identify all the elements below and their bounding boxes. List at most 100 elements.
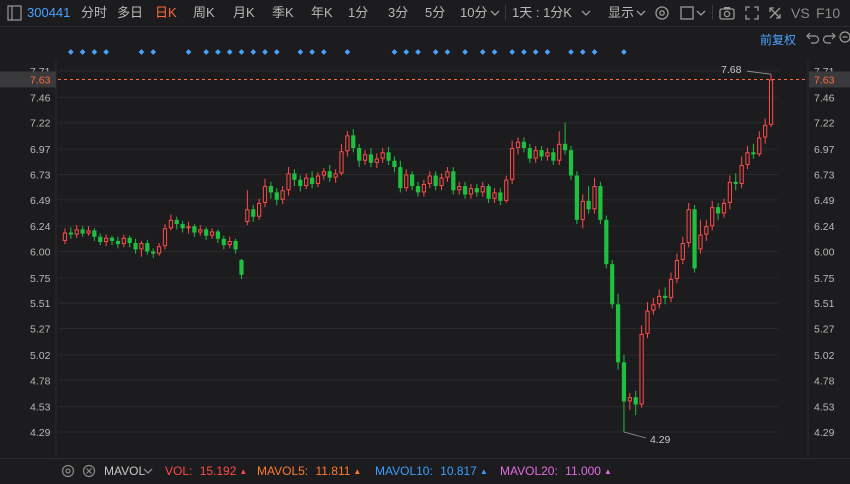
candle-body bbox=[574, 175, 579, 220]
candle-body bbox=[598, 186, 603, 220]
candle-body bbox=[245, 209, 250, 222]
mavol10-label: MAVOL10: bbox=[375, 464, 433, 478]
candle-body bbox=[315, 175, 321, 184]
candle-body bbox=[627, 397, 632, 402]
mavol20-readout: MAVOL20: 11.000 ▲ bbox=[500, 464, 612, 480]
chevron-down-icon[interactable] bbox=[490, 5, 500, 23]
event-marker-icon bbox=[403, 49, 410, 55]
kline-chart[interactable]: 7.717.717.467.467.227.226.976.976.736.73… bbox=[0, 26, 850, 458]
candle-body bbox=[604, 219, 609, 265]
f10-button[interactable]: F10 bbox=[816, 5, 840, 21]
candle-body bbox=[462, 186, 468, 195]
y-tick-label-right: 5.51 bbox=[814, 298, 835, 310]
candle-body bbox=[198, 229, 203, 233]
tab-1min[interactable]: 1分 bbox=[348, 5, 368, 21]
tab-10min[interactable]: 10分 bbox=[460, 5, 487, 21]
candle-body bbox=[221, 238, 226, 246]
candle-body bbox=[351, 135, 356, 149]
indicator-name[interactable]: MAVOL bbox=[104, 464, 145, 478]
y-tick-label-left: 6.73 bbox=[30, 169, 51, 181]
event-marker-icon bbox=[521, 49, 527, 55]
tab-1day-1min-k[interactable]: 1天 : 1分K bbox=[512, 5, 572, 21]
candle-body bbox=[333, 173, 338, 178]
candle-body bbox=[268, 186, 274, 193]
up-arrow-icon: ▲ bbox=[603, 467, 612, 476]
candle-body bbox=[715, 207, 721, 214]
display-menu[interactable]: 显示 bbox=[608, 5, 634, 21]
toolbar-divider bbox=[505, 5, 506, 20]
candle-body bbox=[651, 304, 656, 311]
low-price-label: 4.29 bbox=[650, 434, 671, 446]
tab-year-k[interactable]: 年K bbox=[311, 5, 333, 21]
gear-icon[interactable] bbox=[60, 463, 76, 479]
candle-body bbox=[68, 232, 73, 235]
chevron-down-icon[interactable] bbox=[696, 5, 706, 23]
candle-body bbox=[763, 124, 768, 138]
undo-icon[interactable] bbox=[806, 30, 820, 44]
zoom-out-icon[interactable] bbox=[838, 30, 850, 44]
gear-icon[interactable] bbox=[653, 4, 671, 22]
tab-5min[interactable]: 5分 bbox=[425, 5, 445, 21]
candle-body bbox=[262, 186, 268, 203]
tab-fenshi[interactable]: 分时 bbox=[81, 5, 107, 21]
high-price-label: 7.68 bbox=[721, 64, 742, 76]
candle-body bbox=[292, 173, 297, 180]
tab-month-k[interactable]: 月K bbox=[233, 5, 255, 21]
candle-body bbox=[645, 310, 650, 334]
candle-body bbox=[357, 148, 362, 161]
vs-button[interactable]: VS bbox=[791, 5, 810, 21]
y-tick-label-left: 4.53 bbox=[30, 402, 51, 414]
y-tick-label-right: 6.49 bbox=[814, 195, 835, 207]
candle-body bbox=[327, 171, 332, 178]
candle-body bbox=[439, 177, 444, 187]
candle-body bbox=[180, 224, 185, 229]
event-marker-icon bbox=[391, 49, 398, 55]
candle-body bbox=[174, 219, 179, 225]
kline-chart-area[interactable]: 7.717.717.467.467.227.226.976.976.736.73… bbox=[0, 26, 850, 458]
event-marker-icon bbox=[103, 49, 109, 55]
event-marker-icon bbox=[297, 49, 304, 55]
current-price-label-right: 7.63 bbox=[814, 74, 835, 86]
camera-icon[interactable] bbox=[718, 4, 736, 22]
swap-icon[interactable] bbox=[766, 4, 784, 22]
y-tick-label-left: 6.24 bbox=[30, 221, 51, 233]
tab-day-k[interactable]: 日K bbox=[155, 5, 177, 21]
candle-body bbox=[392, 160, 397, 168]
y-tick-label-left: 6.00 bbox=[30, 247, 51, 259]
candle-body bbox=[186, 226, 191, 229]
candle-body bbox=[739, 164, 744, 184]
chevron-down-icon[interactable] bbox=[143, 463, 153, 479]
fullscreen-icon[interactable] bbox=[743, 4, 761, 22]
fuquan-selector[interactable]: 前复权 bbox=[760, 31, 796, 48]
redo-icon[interactable] bbox=[822, 30, 836, 44]
y-tick-label-left: 7.46 bbox=[30, 92, 51, 104]
y-tick-label-left: 6.49 bbox=[30, 195, 51, 207]
candle-body bbox=[545, 152, 550, 157]
vol-readout: VOL: 15.192 ▲ bbox=[165, 464, 247, 480]
candle-body bbox=[145, 243, 150, 252]
panel-toggle-icon[interactable] bbox=[6, 4, 24, 22]
tab-duori[interactable]: 多日 bbox=[117, 5, 143, 21]
y-tick-label-right: 4.53 bbox=[814, 402, 835, 414]
y-tick-label-right: 5.75 bbox=[814, 273, 835, 285]
candle-body bbox=[404, 174, 409, 189]
candle-body bbox=[633, 397, 638, 405]
mavol5-label: MAVOL5: bbox=[257, 464, 309, 478]
indicator-bar: MAVOL VOL: 15.192 ▲ MAVOL5: 11.811 ▲ MAVOL… bbox=[0, 458, 850, 484]
event-marker-icon bbox=[344, 49, 351, 55]
tab-3min[interactable]: 3分 bbox=[388, 5, 408, 21]
close-icon[interactable] bbox=[81, 463, 97, 479]
y-tick-label-right: 7.22 bbox=[814, 118, 835, 130]
candle-body bbox=[304, 177, 309, 187]
chevron-down-icon[interactable] bbox=[636, 5, 646, 23]
tab-quarter-k[interactable]: 季K bbox=[272, 5, 294, 21]
candle-body bbox=[309, 177, 315, 184]
chevron-down-icon[interactable] bbox=[581, 5, 591, 23]
tab-week-k[interactable]: 周K bbox=[193, 5, 215, 21]
checkbox-icon[interactable] bbox=[678, 4, 696, 22]
stock-code[interactable]: 300441 bbox=[27, 5, 70, 21]
y-tick-label-right: 7.46 bbox=[814, 92, 835, 104]
candle-body bbox=[568, 150, 574, 176]
up-arrow-icon: ▲ bbox=[479, 467, 488, 476]
candle-body bbox=[527, 148, 532, 159]
